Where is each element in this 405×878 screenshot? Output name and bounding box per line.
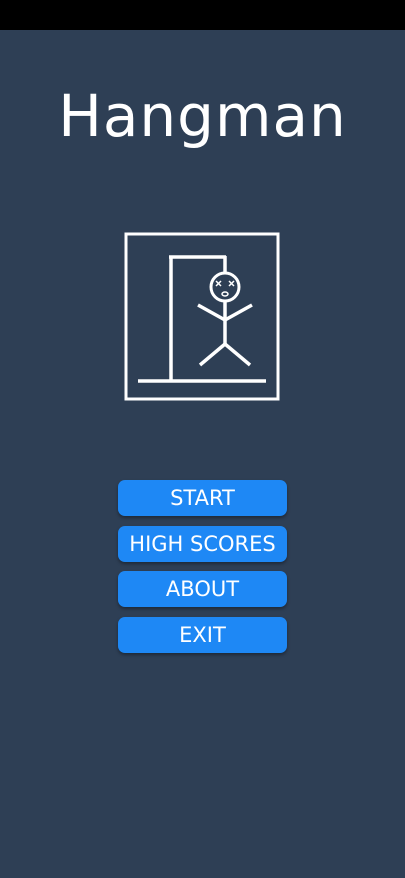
high-scores-button[interactable]: HIGH SCORES (118, 525, 287, 562)
main-menu: START HIGH SCORES ABOUT EXIT (118, 480, 287, 662)
exit-button[interactable]: EXIT (118, 616, 287, 653)
app-title: Hangman (58, 82, 347, 150)
hangman-gallows-icon (124, 232, 280, 401)
start-button[interactable]: START (118, 480, 287, 516)
status-bar (0, 0, 405, 30)
about-button[interactable]: ABOUT (118, 571, 287, 607)
